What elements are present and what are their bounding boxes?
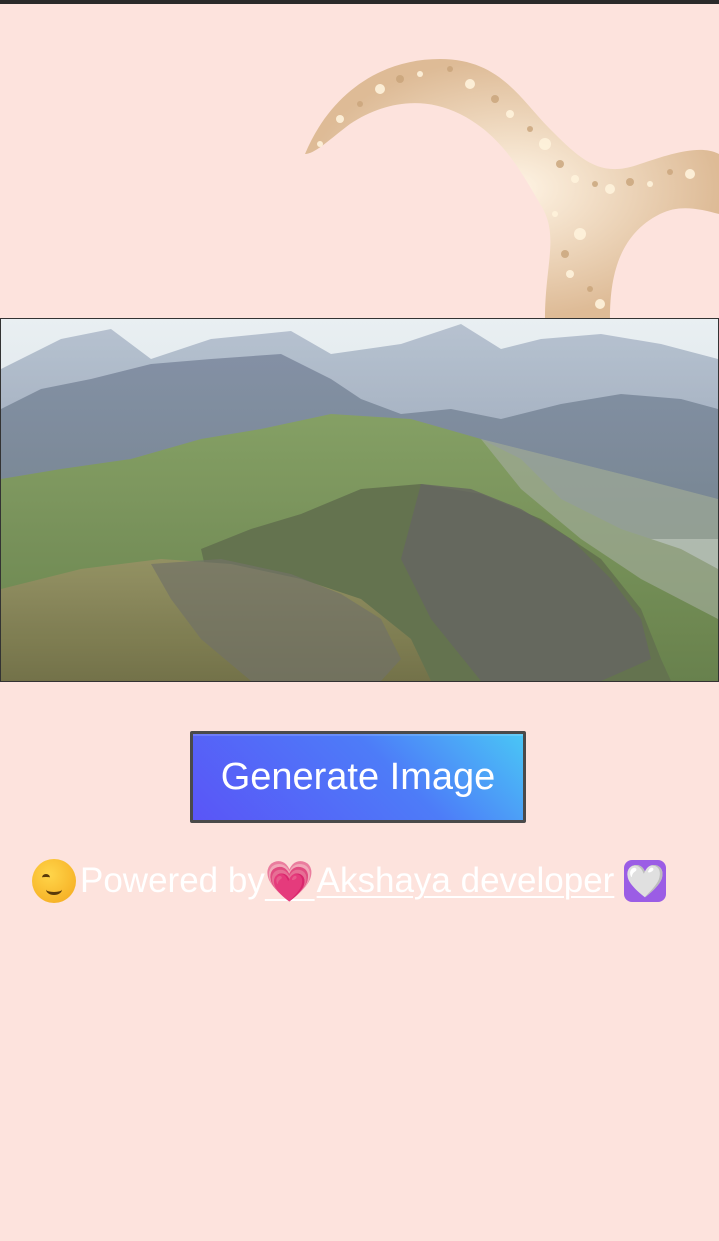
mountain-landscape-image: [0, 318, 719, 682]
white-heart-icon: 🤍: [624, 860, 667, 902]
pink-heart-icon: 💗: [264, 859, 315, 904]
generate-image-button[interactable]: Generate Image: [190, 731, 526, 823]
developer-link[interactable]: 💗 Akshaya developer: [265, 858, 615, 905]
footer-credit: Powered by 💗 Akshaya developer 🤍: [32, 856, 667, 906]
header-glitter-image: [0, 4, 719, 318]
glitter-swirl-icon: [305, 59, 719, 318]
developer-name: Akshaya developer: [316, 861, 615, 900]
powered-by-label: Powered by: [80, 861, 265, 900]
smiling-face-with-hearts-icon: [32, 859, 76, 903]
